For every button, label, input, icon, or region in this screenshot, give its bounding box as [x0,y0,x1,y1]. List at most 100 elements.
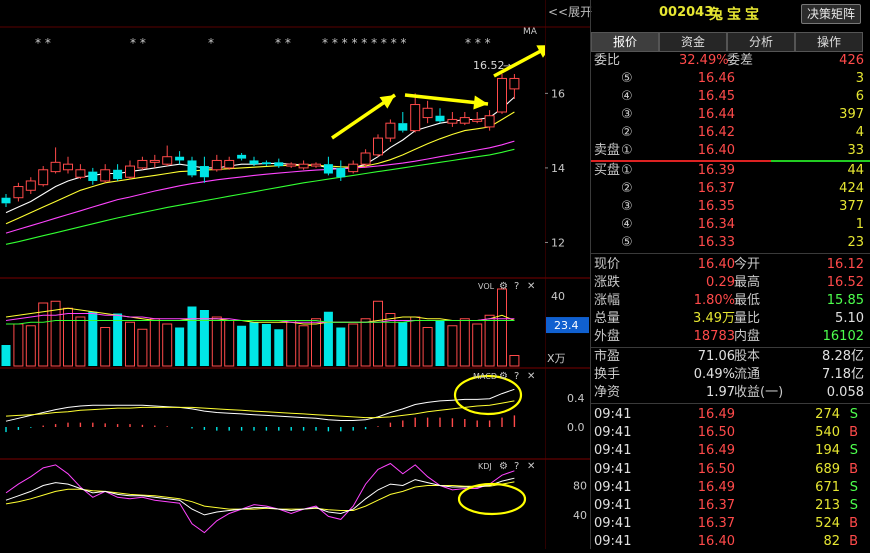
stat-label: 市盈 [594,349,621,364]
buy-level-1[interactable]: 买盘 ① 16.39 44 [591,162,870,180]
price-tick-label: 16 [551,87,565,100]
trade-row[interactable]: 09:41 16.49 194 S [591,442,870,460]
stat-label: 总量 [594,311,621,326]
order-ratio-value: 32.49% [679,53,729,68]
sell-price: 16.40 [697,143,735,158]
volume-bar-up [410,316,421,367]
total-volume-value: 3.49万 [693,311,735,326]
trade-row[interactable]: 09:41 16.49 671 S [591,479,870,497]
kdj-tick-label: 40 [573,509,587,522]
candle-body-up [447,118,458,124]
axis-canvas: 12 14 16 40 23.4 X万 0.4 0.0 80 40 [544,0,590,549]
candle-body-up [410,104,421,132]
sell-level-4[interactable]: ④ 16.45 6 [591,88,870,106]
candle [38,166,49,187]
volume-bar-up [162,323,173,367]
trade-row[interactable]: 09:41 16.49 274 S [591,406,870,424]
help-icon: ? [514,281,519,292]
trade-volume: 689 [815,461,840,477]
order-diff-value: 426 [839,53,864,68]
expand-button[interactable]: <<展开 [548,3,592,20]
pe-value: 71.06 [697,349,735,364]
candle [63,156,73,174]
trade-row[interactable]: 09:41 16.50 689 B [591,461,870,479]
candle [410,93,421,133]
candle-body-up [63,163,73,171]
trade-time: 09:41 [594,443,632,459]
sell-level-3[interactable]: ③ 16.44 397 [591,106,870,124]
buy-level-5[interactable]: ⑤ 16.33 23 [591,234,870,252]
kline-chart-canvas[interactable]: * * * * * * * * * * * * * * * * * * *MA16.52→… [0,0,553,549]
eps-value: 0.058 [826,385,864,400]
candle [261,160,271,167]
tab-operation[interactable]: 操作 [795,32,863,52]
kline-chart-panel[interactable]: * * * * * * * * * * * * * * * * * * * MA 16.52 →… [0,0,553,549]
buy-level-2[interactable]: ② 16.37 424 [591,180,870,198]
trade-price: 16.49 [697,407,735,422]
sell-level-index: ⑤ [621,71,633,86]
candle-body-up [13,186,24,199]
candle-body-up [162,156,173,165]
candle-body-up [100,169,111,182]
candle-body-up [360,152,371,165]
sell-price: 16.45 [697,89,735,104]
candle [373,134,383,157]
tab-funds[interactable]: 资金 [659,32,727,52]
change-value: 0.29 [706,275,735,290]
volume-bar-down [88,311,98,366]
candle-body-up [125,165,135,178]
volume-bar-up [422,327,433,367]
tab-analysis[interactable]: 分析 [727,32,795,52]
ma-line-1 [5,111,515,225]
signal-stars: * [208,36,214,50]
trend-arrowhead-icon [379,95,395,109]
candle-body-down [336,167,346,178]
trade-row[interactable]: 09:41 16.37 524 B [591,515,870,533]
ma-line-2 [5,140,515,234]
stat-row-pe: 市盈 71.06 股本 8.28亿 [591,348,870,366]
trade-side: S [849,407,858,422]
current-price-value: 16.40 [697,257,735,272]
vol-current-label: 23.4 [554,319,579,332]
stat-label: 最低 [734,293,761,308]
sell-level-1[interactable]: 卖盘 ① 16.40 33 [591,142,870,160]
sell-level-2[interactable]: ② 16.42 4 [591,124,870,142]
candle [298,160,309,170]
trade-time: 09:41 [594,407,632,422]
decision-matrix-button[interactable]: 决策矩阵 [801,4,861,24]
candle-body-down [187,160,197,176]
trade-row[interactable]: 09:41 16.37 213 S [591,497,870,515]
stat-row-nav: 净资 1.97 收益(一) 0.058 [591,384,870,402]
sell-level-index: ④ [621,89,633,104]
kdj-title: KDJ [478,462,492,471]
candle-body-up [298,163,309,169]
volume-bar-down [249,322,259,366]
volume-bar-down [336,327,346,366]
buy-volume: 424 [839,181,864,196]
trade-price: 16.37 [697,516,735,532]
buy-level-4[interactable]: ④ 16.34 1 [591,216,870,234]
trade-time: 09:41 [594,516,632,532]
candle-body-down [274,162,284,167]
share-capital-value: 8.28亿 [822,349,864,364]
stock-name: 兔宝宝 [709,7,763,23]
stat-row-outer-inner: 外盘 18783 内盘 16102 [591,328,870,346]
volume-ratio-value: 5.10 [835,311,864,326]
buy-level-3[interactable]: ③ 16.35 377 [591,198,870,216]
candle [459,112,470,126]
stat-row-pct: 涨幅 1.80% 最低 15.85 [591,292,870,310]
ma-label: MA [523,27,538,37]
outer-volume-value: 18783 [693,329,735,344]
section-divider [591,253,870,254]
trade-row[interactable]: 09:41 16.50 540 B [591,424,870,442]
buy-level-index: ③ [621,199,633,214]
help-icon: ? [514,461,519,472]
sell-level-5[interactable]: ⑤ 16.46 3 [591,70,870,88]
volume-bar-down [187,306,197,366]
tab-quote[interactable]: 报价 [591,32,659,52]
price-axis-panel: 12 14 16 40 23.4 X万 0.4 0.0 80 40 [544,0,590,549]
volume-bar-down [435,320,445,366]
candle [137,156,148,170]
sell-price: 16.44 [697,107,735,122]
stat-label: 最高 [734,275,761,290]
